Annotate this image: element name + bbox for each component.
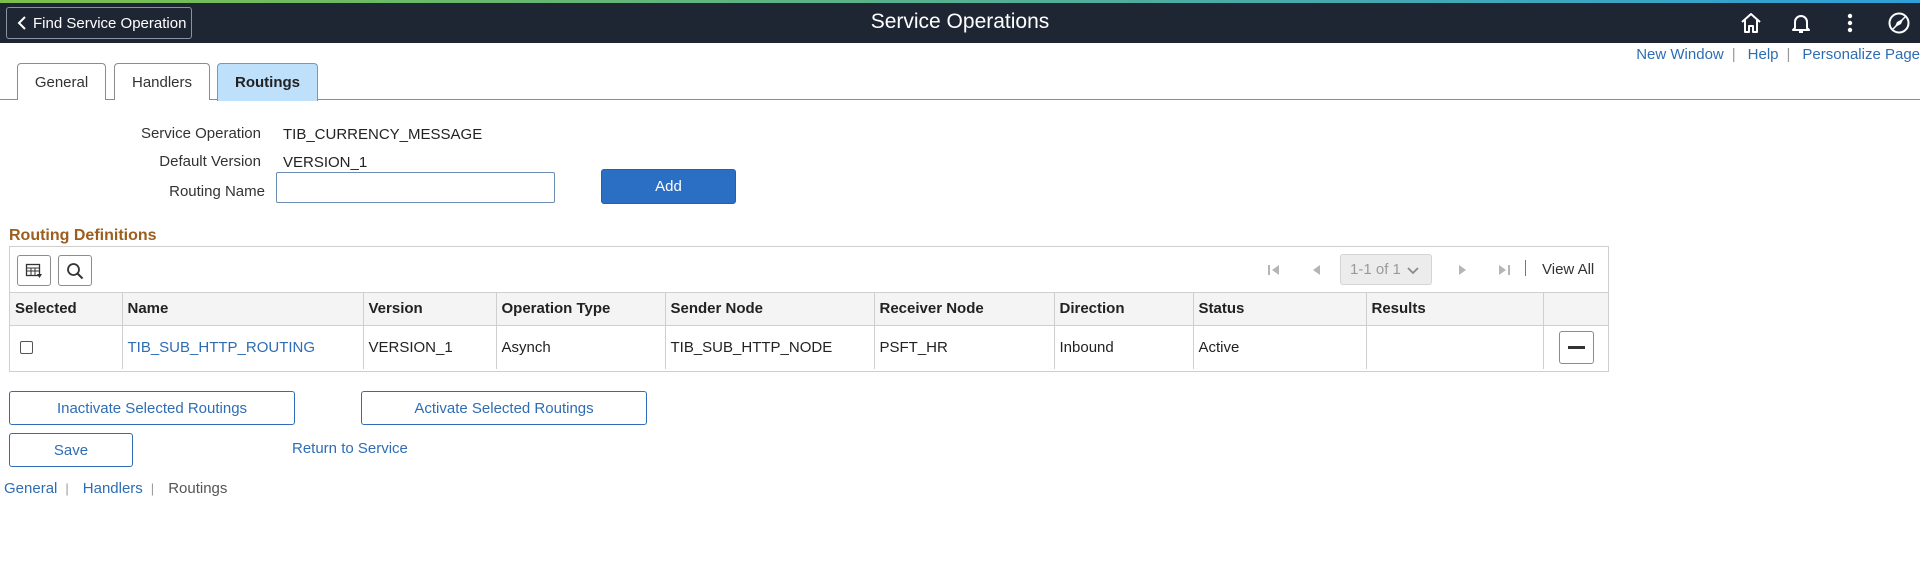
chevron-left-icon xyxy=(17,16,26,30)
page-tabs: General Handlers Routings xyxy=(0,63,1920,101)
version-cell: VERSION_1 xyxy=(363,325,497,369)
new-window-link[interactable]: New Window xyxy=(1636,46,1724,63)
view-all-link[interactable]: View All xyxy=(1542,261,1594,278)
routing-name-input[interactable] xyxy=(276,172,555,203)
tab-general[interactable]: General xyxy=(17,63,106,100)
tab-routings[interactable]: Routings xyxy=(217,63,318,101)
column-header-sender-node: Sender Node xyxy=(665,293,875,326)
page-title: Service Operations xyxy=(870,10,1050,33)
status-cell: Active xyxy=(1193,325,1367,369)
more-actions-icon[interactable] xyxy=(1836,9,1864,37)
name-cell: TIB_SUB_HTTP_ROUTING xyxy=(122,325,364,369)
home-icon[interactable] xyxy=(1737,9,1765,37)
row-select-checkbox[interactable] xyxy=(20,341,33,355)
column-header-name: Name xyxy=(122,293,364,326)
operation-type-cell: Asynch xyxy=(496,325,666,369)
bell-icon[interactable] xyxy=(1787,9,1815,37)
inactivate-selected-routings-button[interactable]: Inactivate Selected Routings xyxy=(9,391,295,425)
grid-search-button[interactable] xyxy=(58,255,92,286)
routing-name-link[interactable]: TIB_SUB_HTTP_ROUTING xyxy=(128,339,316,356)
tab-handlers[interactable]: Handlers xyxy=(114,63,210,100)
row-actions-cell xyxy=(1543,325,1608,369)
table-row: TIB_SUB_HTTP_ROUTING VERSION_1 Asynch TI… xyxy=(10,325,1608,369)
routing-definitions-grid: 1-1 of 1 View All Selected Name Version … xyxy=(9,246,1609,372)
column-header-actions xyxy=(1543,293,1608,326)
help-link[interactable]: Help xyxy=(1748,46,1779,63)
link-separator: | xyxy=(1731,45,1736,63)
add-button[interactable]: Add xyxy=(601,169,736,204)
first-page-icon[interactable] xyxy=(1265,261,1283,279)
previous-page-icon[interactable] xyxy=(1307,261,1325,279)
selected-cell xyxy=(10,325,123,369)
column-header-version: Version xyxy=(363,293,497,326)
page-range-select[interactable]: 1-1 of 1 xyxy=(1340,254,1432,285)
minus-icon xyxy=(1567,345,1585,349)
routing-name-label: Routing Name xyxy=(169,183,265,200)
column-header-status: Status xyxy=(1193,293,1367,326)
sender-node-cell: TIB_SUB_HTTP_NODE xyxy=(665,325,875,369)
app-header: Find Service Operation Service Operation… xyxy=(0,3,1920,43)
service-operation-value: TIB_CURRENCY_MESSAGE xyxy=(283,126,483,143)
page-range-text: 1-1 of 1 xyxy=(1350,261,1401,278)
back-button-label: Find Service Operation xyxy=(33,14,187,32)
routings-table: Selected Name Version Operation Type Sen… xyxy=(10,293,1608,369)
bottom-link-general[interactable]: General xyxy=(4,480,57,497)
bottom-tab-links: General | Handlers | Routings xyxy=(4,480,227,497)
delete-row-button[interactable] xyxy=(1558,330,1594,364)
column-header-receiver-node: Receiver Node xyxy=(874,293,1055,326)
default-version-value: VERSION_1 xyxy=(283,154,368,171)
column-header-operation-type: Operation Type xyxy=(496,293,666,326)
activate-selected-routings-button[interactable]: Activate Selected Routings xyxy=(361,391,647,425)
bottom-link-routings-current: Routings xyxy=(168,480,228,497)
save-button[interactable]: Save xyxy=(9,433,133,467)
link-separator: | xyxy=(65,481,69,496)
toolbar-divider xyxy=(1525,260,1526,276)
chevron-down-icon xyxy=(1407,266,1419,274)
search-icon xyxy=(67,262,84,279)
return-to-service-link[interactable]: Return to Service xyxy=(292,440,408,457)
default-version-label: Default Version xyxy=(159,153,261,170)
page-links: New Window | Help | Personalize Page xyxy=(1636,44,1920,64)
navbar-compass-icon[interactable] xyxy=(1885,9,1913,37)
bottom-link-handlers[interactable]: Handlers xyxy=(83,480,143,497)
table-header-row: Selected Name Version Operation Type Sen… xyxy=(10,293,1608,326)
link-separator: | xyxy=(1786,45,1791,63)
column-header-selected: Selected xyxy=(10,293,123,326)
receiver-node-cell: PSFT_HR xyxy=(874,325,1055,369)
column-header-results: Results xyxy=(1366,293,1544,326)
column-header-direction: Direction xyxy=(1054,293,1194,326)
personalize-page-link[interactable]: Personalize Page xyxy=(1802,46,1920,63)
personalize-grid-button[interactable] xyxy=(17,255,51,286)
next-page-icon[interactable] xyxy=(1454,261,1472,279)
grid-toolbar: 1-1 of 1 View All xyxy=(10,247,1608,293)
results-cell xyxy=(1366,325,1544,369)
section-title: Routing Definitions xyxy=(9,227,157,244)
grid-settings-icon xyxy=(25,263,42,278)
find-service-operation-button[interactable]: Find Service Operation xyxy=(6,7,192,39)
direction-cell: Inbound xyxy=(1054,325,1194,369)
link-separator: | xyxy=(150,481,155,496)
service-operation-label: Service Operation xyxy=(140,125,261,142)
last-page-icon[interactable] xyxy=(1495,261,1513,279)
